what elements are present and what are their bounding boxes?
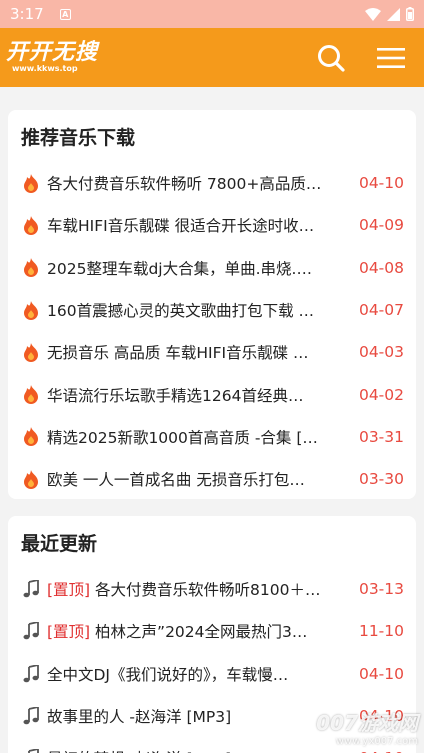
item-title-text: 车载HIFI音乐靓碟 很适合开长途时收…: [47, 217, 315, 236]
item-date: 03-31: [358, 427, 404, 446]
recommended-list: 各大付费音乐软件畅听 7800+高品质… 04-10 车载HIFI音乐靓碟 很适合开…: [8, 162, 416, 500]
item-title: 最初的梦想 -赵海洋 [MP3]: [47, 747, 329, 753]
music-note-icon: [21, 664, 41, 684]
recent-item[interactable]: [置顶] 各大付费音乐软件畅听8100＋… 03-13: [8, 568, 416, 610]
music-note-icon: [21, 706, 41, 726]
item-title-text: 160首震撼心灵的英文歌曲打包下载 …: [47, 302, 315, 321]
wifi-icon: [365, 7, 381, 21]
item-title-text: 2025整理车载dj大合集，单曲.串烧.…: [47, 259, 312, 278]
recommended-item[interactable]: 欧美 一人一首成名曲 无损音乐打包… 03-30: [8, 458, 416, 500]
item-title: 各大付费音乐软件畅听 7800+高品质…: [47, 172, 329, 194]
search-icon: [318, 44, 345, 72]
recent-title: 最近更新: [21, 533, 98, 555]
item-title: 欧美 一人一首成名曲 无损音乐打包…: [47, 468, 329, 490]
item-date: 04-09: [358, 216, 404, 235]
recommended-card: 推荐音乐下载 各大付费音乐软件畅听 7800+高品质… 04-10 车载HIFI音乐…: [8, 110, 416, 499]
status-icons: [365, 7, 414, 21]
header-actions: [316, 43, 406, 73]
recent-item[interactable]: [置顶] 柏林之声”2024全网最热门3… 11-10: [8, 610, 416, 652]
recommended-item[interactable]: 160首震撼心灵的英文歌曲打包下载 … 04-07: [8, 289, 416, 331]
item-title-text: 全中文DJ《我们说好的》，车载慢…: [47, 665, 289, 684]
item-title-text: 无损音乐 高品质 车载HIFI音乐靓碟 …: [47, 344, 309, 363]
recent-item[interactable]: 全中文DJ《我们说好的》，车载慢… 04-10: [8, 653, 416, 695]
item-date: 04-10: [359, 749, 404, 753]
item-title: [置顶] 柏林之声”2024全网最热门3…: [47, 620, 329, 642]
item-date: 11-10: [358, 622, 404, 641]
app-header: 开开无搜 www.kkws.top: [0, 28, 424, 87]
item-title-text: 各大付费音乐软件畅听 7800+高品质…: [47, 175, 322, 194]
item-title: 车载HIFI音乐靓碟 很适合开长途时收…: [47, 214, 329, 236]
item-title: 2025整理车载dj大合集，单曲.串烧.…: [47, 257, 329, 279]
fire-icon: [21, 258, 41, 278]
pinned-tag: [置顶]: [47, 581, 91, 600]
item-title: 无损音乐 高品质 车载HIFI音乐靓碟 …: [47, 341, 329, 363]
item-date: 04-10: [358, 664, 404, 683]
recommended-item[interactable]: 精选2025新歌1000首高音质 -合集 [… 03-31: [8, 416, 416, 458]
item-title-text: 各大付费音乐软件畅听8100＋…: [90, 581, 321, 600]
item-title: 精选2025新歌1000首高音质 -合集 […: [47, 426, 329, 448]
item-title-text: 华语流行乐坛歌手精选1264首经典…: [47, 386, 304, 405]
logo-name: 开开无搜: [6, 40, 99, 65]
recommended-title: 推荐音乐下载: [21, 127, 136, 149]
recommended-item[interactable]: 无损音乐 高品质 车载HIFI音乐靓碟 … 04-03: [8, 331, 416, 373]
site-watermark: 007游戏网 www.yx007.com: [316, 707, 418, 747]
logo-url: www.kkws.top: [12, 64, 78, 73]
item-title: 故事里的人 -赵海洋 [MP3]: [47, 705, 329, 727]
fire-icon: [21, 300, 41, 320]
menu-button[interactable]: [376, 43, 406, 73]
notification-a-icon: A: [59, 8, 71, 20]
item-date: 03-13: [358, 580, 404, 599]
item-title-text: 故事里的人 -赵海洋 [MP3]: [47, 708, 232, 727]
recommended-item[interactable]: 车载HIFI音乐靓碟 很适合开长途时收… 04-09: [8, 204, 416, 246]
item-title-text: 欧美 一人一首成名曲 无损音乐打包…: [47, 471, 305, 490]
item-title: 华语流行乐坛歌手精选1264首经典…: [47, 384, 329, 406]
music-note-icon: [21, 748, 41, 753]
fire-icon: [21, 469, 41, 489]
item-date: 03-30: [358, 470, 404, 489]
menu-icon: [377, 47, 405, 68]
status-time: 3:17: [10, 5, 44, 23]
watermark-url: www.yx007.com: [335, 736, 418, 747]
item-title: 全中文DJ《我们说好的》，车载慢…: [47, 663, 329, 685]
fire-icon: [21, 427, 41, 447]
battery-icon: [406, 7, 414, 21]
item-date: 04-08: [358, 258, 404, 277]
music-note-icon: [21, 621, 41, 641]
fire-icon: [21, 173, 41, 193]
status-bar: 3:17 A: [0, 0, 424, 28]
pinned-tag: [置顶]: [47, 623, 91, 642]
item-date: 04-07: [358, 301, 404, 320]
recommended-item[interactable]: 华语流行乐坛歌手精选1264首经典… 04-02: [8, 373, 416, 415]
music-note-icon: [21, 579, 41, 599]
fire-icon: [21, 215, 41, 235]
item-title: [置顶] 各大付费音乐软件畅听8100＋…: [47, 578, 329, 600]
fire-icon: [21, 385, 41, 405]
item-date: 04-10: [358, 174, 404, 193]
item-date: 04-03: [358, 343, 404, 362]
item-title: 160首震撼心灵的英文歌曲打包下载 …: [47, 299, 329, 321]
search-button[interactable]: [316, 43, 346, 73]
fire-icon: [21, 342, 41, 362]
signal-icon: [387, 7, 400, 21]
site-logo[interactable]: 开开无搜 www.kkws.top: [6, 40, 99, 74]
item-title-text: 柏林之声”2024全网最热门3…: [90, 623, 308, 642]
watermark-main: 007游戏网: [316, 711, 418, 735]
item-date: 04-02: [358, 385, 404, 404]
recommended-item[interactable]: 各大付费音乐软件畅听 7800+高品质… 04-10: [8, 162, 416, 204]
recommended-item[interactable]: 2025整理车载dj大合集，单曲.串烧.… 04-08: [8, 247, 416, 289]
item-title-text: 精选2025新歌1000首高音质 -合集 […: [47, 428, 318, 447]
